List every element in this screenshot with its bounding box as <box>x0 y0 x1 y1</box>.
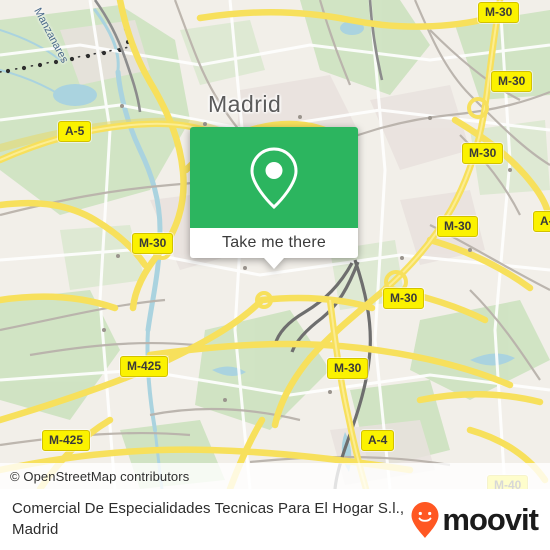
attribution-text[interactable]: © OpenStreetMap contributors <box>0 469 189 484</box>
map-city-label: Madrid <box>208 91 282 117</box>
popup-tail <box>264 258 284 269</box>
road-shield[interactable]: M-30 <box>132 233 174 254</box>
road-shield[interactable]: M-30 <box>327 358 369 379</box>
moovit-smiley-pin-icon <box>411 501 439 538</box>
road-shield[interactable]: A- <box>533 211 550 232</box>
footer-bar: Comercial De Especialidades Tecnicas Par… <box>0 489 550 550</box>
road-shield[interactable]: M-30 <box>462 143 504 164</box>
popup-icon-panel <box>190 127 358 228</box>
road-shield[interactable]: M-30 <box>437 216 479 237</box>
road-shield[interactable]: A-4 <box>361 430 395 451</box>
place-name: Comercial De Especialidades Tecnicas Par… <box>12 500 405 538</box>
road-shield[interactable]: M-30 <box>478 2 520 23</box>
road-shield[interactable]: M-425 <box>120 356 169 377</box>
take-me-there-popup[interactable]: Take me there <box>190 127 358 269</box>
map-pin-icon <box>250 146 298 209</box>
road-shield[interactable]: A-5 <box>58 121 92 142</box>
moovit-brand[interactable]: moovit <box>410 501 539 539</box>
popup-action-bar[interactable]: Take me there <box>190 228 358 258</box>
road-shield[interactable]: M-30 <box>383 288 425 309</box>
moovit-place-card: Madrid Manzanares A-5 M-30 M-425 M-425 M… <box>0 0 550 550</box>
map-attribution-bar: © OpenStreetMap contributors <box>0 463 550 489</box>
road-shield[interactable]: M-425 <box>42 430 91 451</box>
take-me-there-label: Take me there <box>222 234 326 251</box>
road-shield[interactable]: M-30 <box>491 71 533 92</box>
moovit-wordmark: moovit <box>442 502 539 537</box>
